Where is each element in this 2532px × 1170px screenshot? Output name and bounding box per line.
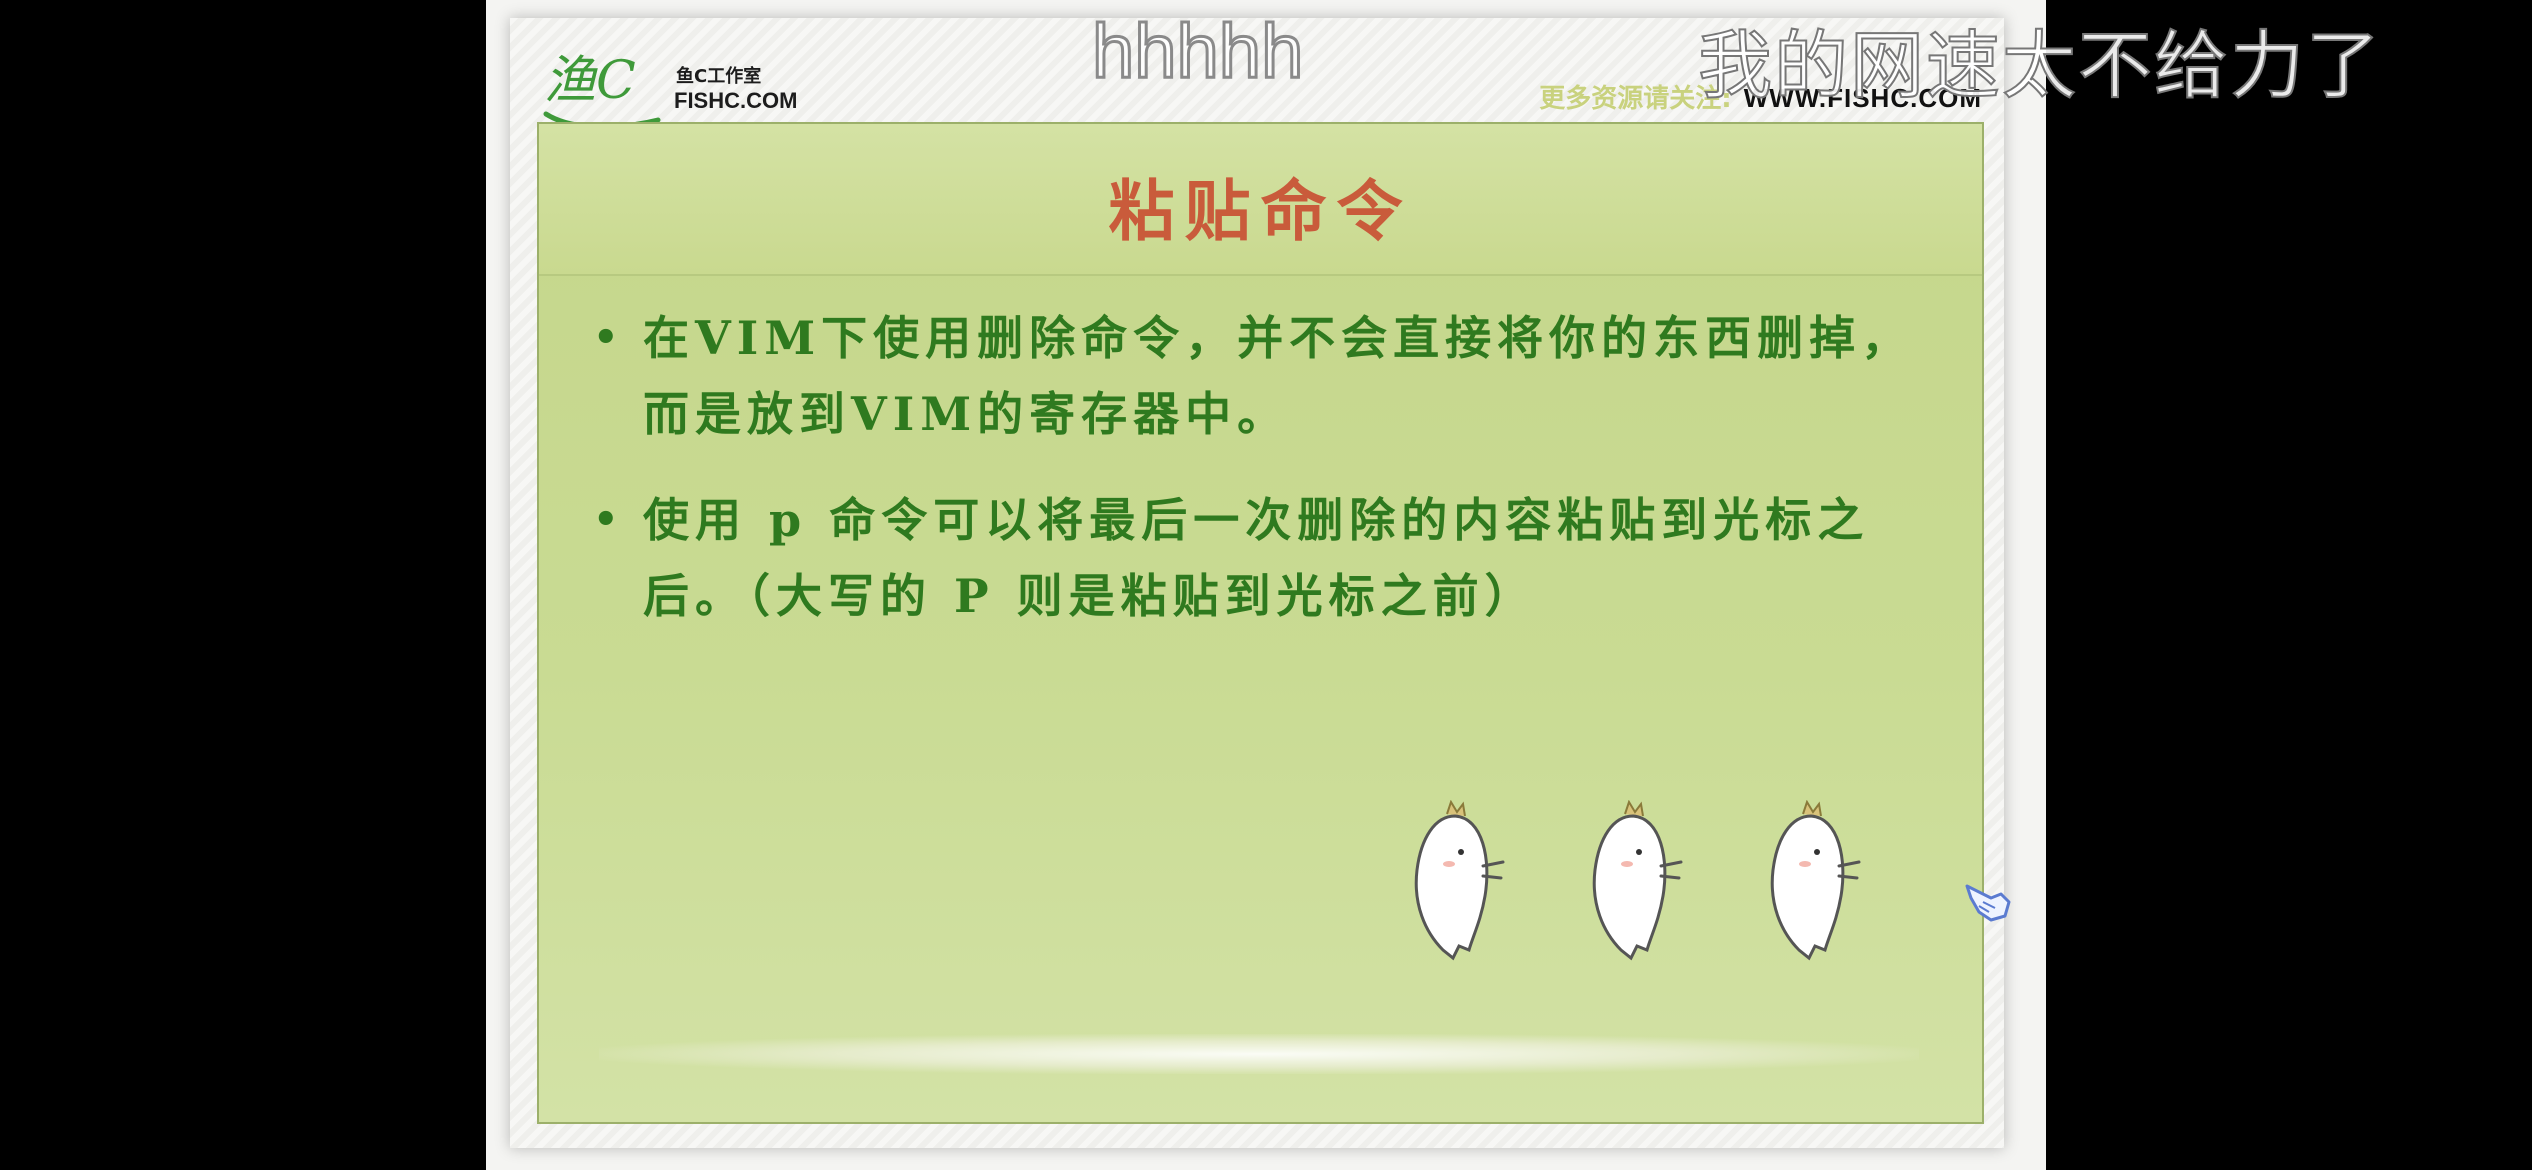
title-strip: 粘贴命令: [539, 124, 1982, 276]
radish-mascot-icon: [1414, 800, 1505, 961]
bullet-item-delete-register: • 在VIM下使用删除命令，并不会直接将你的东西删掉，而是放到VIM的寄存器中。: [579, 300, 1949, 452]
video-frame[interactable]: 渔C 鱼C工作室 FISHC.COM 更多资源请关注: WWW.FISHC.COM…: [486, 0, 2046, 1170]
hand-cursor-icon: [1965, 884, 2011, 922]
bullet-item-paste-command: • 使用 p 命令可以将最后一次删除的内容粘贴到光标之后。（大写的 P 则是粘贴…: [579, 482, 1949, 634]
logo-site-name: FISHC.COM: [674, 88, 798, 113]
bullet-dot: •: [593, 314, 625, 361]
fishc-logo: 渔C 鱼C工作室 FISHC.COM: [538, 36, 808, 136]
radish-mascot-icon: [1770, 800, 1861, 961]
bullet-text: 使用 p 命令可以将最后一次删除的内容粘贴到光标之后。（大写的 P 则是粘贴到光…: [643, 493, 1870, 623]
slide-content-panel: 粘贴命令 • 在VIM下使用删除命令，并不会直接将你的东西删掉，而是放到VIM的…: [537, 122, 2011, 1124]
slide-title: 粘贴命令: [1108, 172, 1413, 250]
danmaku-comment-network: 我的网速太不给力了: [1697, 22, 2382, 110]
danmaku-comment-hhhhh: hhhhh: [1090, 8, 1304, 96]
radish-mascot-icon: [1592, 800, 1683, 961]
logo-studio-name: 鱼C工作室: [676, 66, 762, 87]
bullet-list: • 在VIM下使用删除命令，并不会直接将你的东西删掉，而是放到VIM的寄存器中。…: [579, 300, 1949, 664]
logo-mark-text: 渔C: [544, 51, 636, 111]
bullet-text: 在VIM下使用删除命令，并不会直接将你的东西删掉，而是放到VIM的寄存器中。: [643, 311, 1914, 441]
mascot-shelf: [599, 1034, 1919, 1074]
bullet-dot: •: [593, 496, 625, 543]
slide-sheet: 渔C 鱼C工作室 FISHC.COM 更多资源请关注: WWW.FISHC.COM…: [510, 18, 2011, 1148]
fishc-logo-mark: 渔C: [543, 51, 661, 130]
